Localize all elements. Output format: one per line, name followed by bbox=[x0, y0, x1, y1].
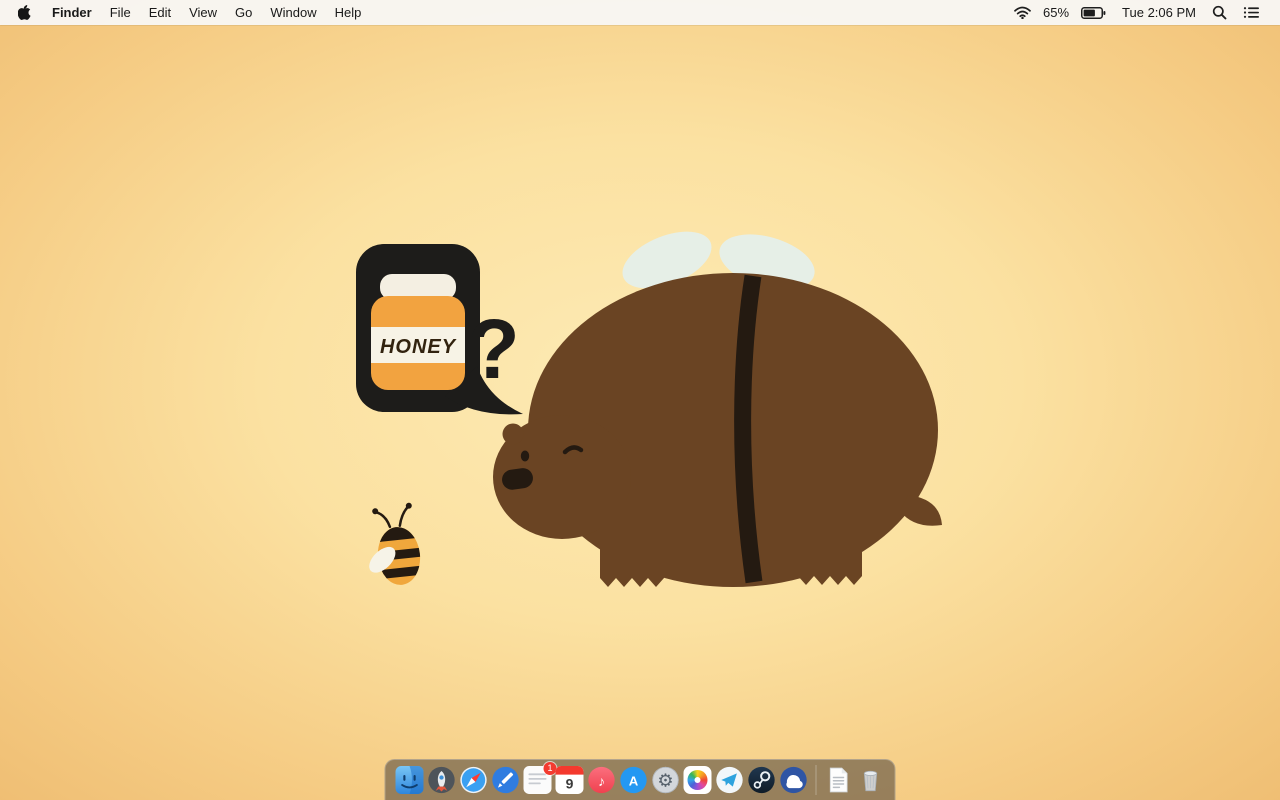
desktop: Finder File Edit View Go Window Help 65% bbox=[0, 0, 1280, 800]
battery-icon[interactable] bbox=[1073, 0, 1114, 25]
bear-face bbox=[502, 445, 584, 490]
battery-percent: 65% bbox=[1043, 5, 1070, 20]
notification-center-icon[interactable] bbox=[1235, 0, 1268, 25]
question-mark: ? bbox=[468, 302, 519, 396]
menubar: Finder File Edit View Go Window Help 65% bbox=[0, 0, 1280, 25]
dock-icon-itunes[interactable]: ♪ bbox=[588, 766, 616, 794]
dock-separator bbox=[815, 765, 817, 795]
dock-icon-mail[interactable]: 1 bbox=[523, 762, 557, 794]
dock-icon-launchpad[interactable] bbox=[428, 766, 456, 794]
dock-icon-pencil-app[interactable] bbox=[492, 766, 520, 794]
menubar-item-window[interactable]: Window bbox=[261, 0, 325, 25]
menubar-right: 65% Tue 2:06 PM bbox=[1006, 0, 1268, 25]
wifi-icon[interactable] bbox=[1006, 0, 1039, 25]
appstore-letter: A bbox=[629, 773, 639, 788]
dock-icon-chat-app[interactable] bbox=[716, 766, 744, 794]
calendar-day: 9 bbox=[566, 776, 574, 792]
bear bbox=[493, 273, 942, 587]
dock-icon-finder[interactable] bbox=[395, 766, 424, 794]
menubar-item-edit[interactable]: Edit bbox=[140, 0, 180, 25]
menubar-item-finder[interactable]: Finder bbox=[43, 0, 101, 25]
wallpaper-illustration: HONEY ? bbox=[356, 231, 942, 587]
speech-bubble: HONEY ? bbox=[356, 244, 523, 415]
honey-label: HONEY bbox=[380, 336, 457, 358]
menubar-clock[interactable]: Tue 2:06 PM bbox=[1114, 0, 1204, 25]
dock-icon-trash[interactable] bbox=[857, 766, 885, 794]
menubar-left: Finder File Edit View Go Window Help bbox=[12, 0, 370, 25]
bee bbox=[369, 502, 423, 585]
music-note-glyph: ♪ bbox=[598, 773, 605, 789]
menubar-item-file[interactable]: File bbox=[101, 0, 140, 25]
menubar-item-go[interactable]: Go bbox=[226, 0, 261, 25]
dock-icon-safari[interactable] bbox=[460, 766, 488, 794]
honey-jar: HONEY bbox=[371, 274, 465, 390]
spotlight-icon[interactable] bbox=[1204, 0, 1235, 25]
dock-icon-textedit[interactable] bbox=[825, 766, 853, 794]
dock-icon-photos[interactable] bbox=[683, 766, 712, 794]
menubar-item-help[interactable]: Help bbox=[326, 0, 371, 25]
dock-icon-system-preferences[interactable]: ⚙ bbox=[652, 766, 680, 794]
gear-glyph: ⚙ bbox=[657, 771, 673, 791]
dock-icon-cloud-app[interactable] bbox=[780, 766, 808, 794]
dock-icon-calendar[interactable]: 9 bbox=[555, 766, 584, 794]
apple-logo-icon bbox=[18, 5, 31, 20]
apple-menu[interactable] bbox=[12, 0, 43, 25]
bear-wings bbox=[622, 231, 815, 290]
dock-icon-app-store[interactable]: A bbox=[620, 766, 648, 794]
photos-pinwheel-icon bbox=[683, 766, 712, 794]
dock-icon-steam[interactable] bbox=[748, 766, 776, 794]
menubar-item-view[interactable]: View bbox=[180, 0, 226, 25]
dock: 1 9 ♪ A ⚙ bbox=[384, 759, 896, 800]
